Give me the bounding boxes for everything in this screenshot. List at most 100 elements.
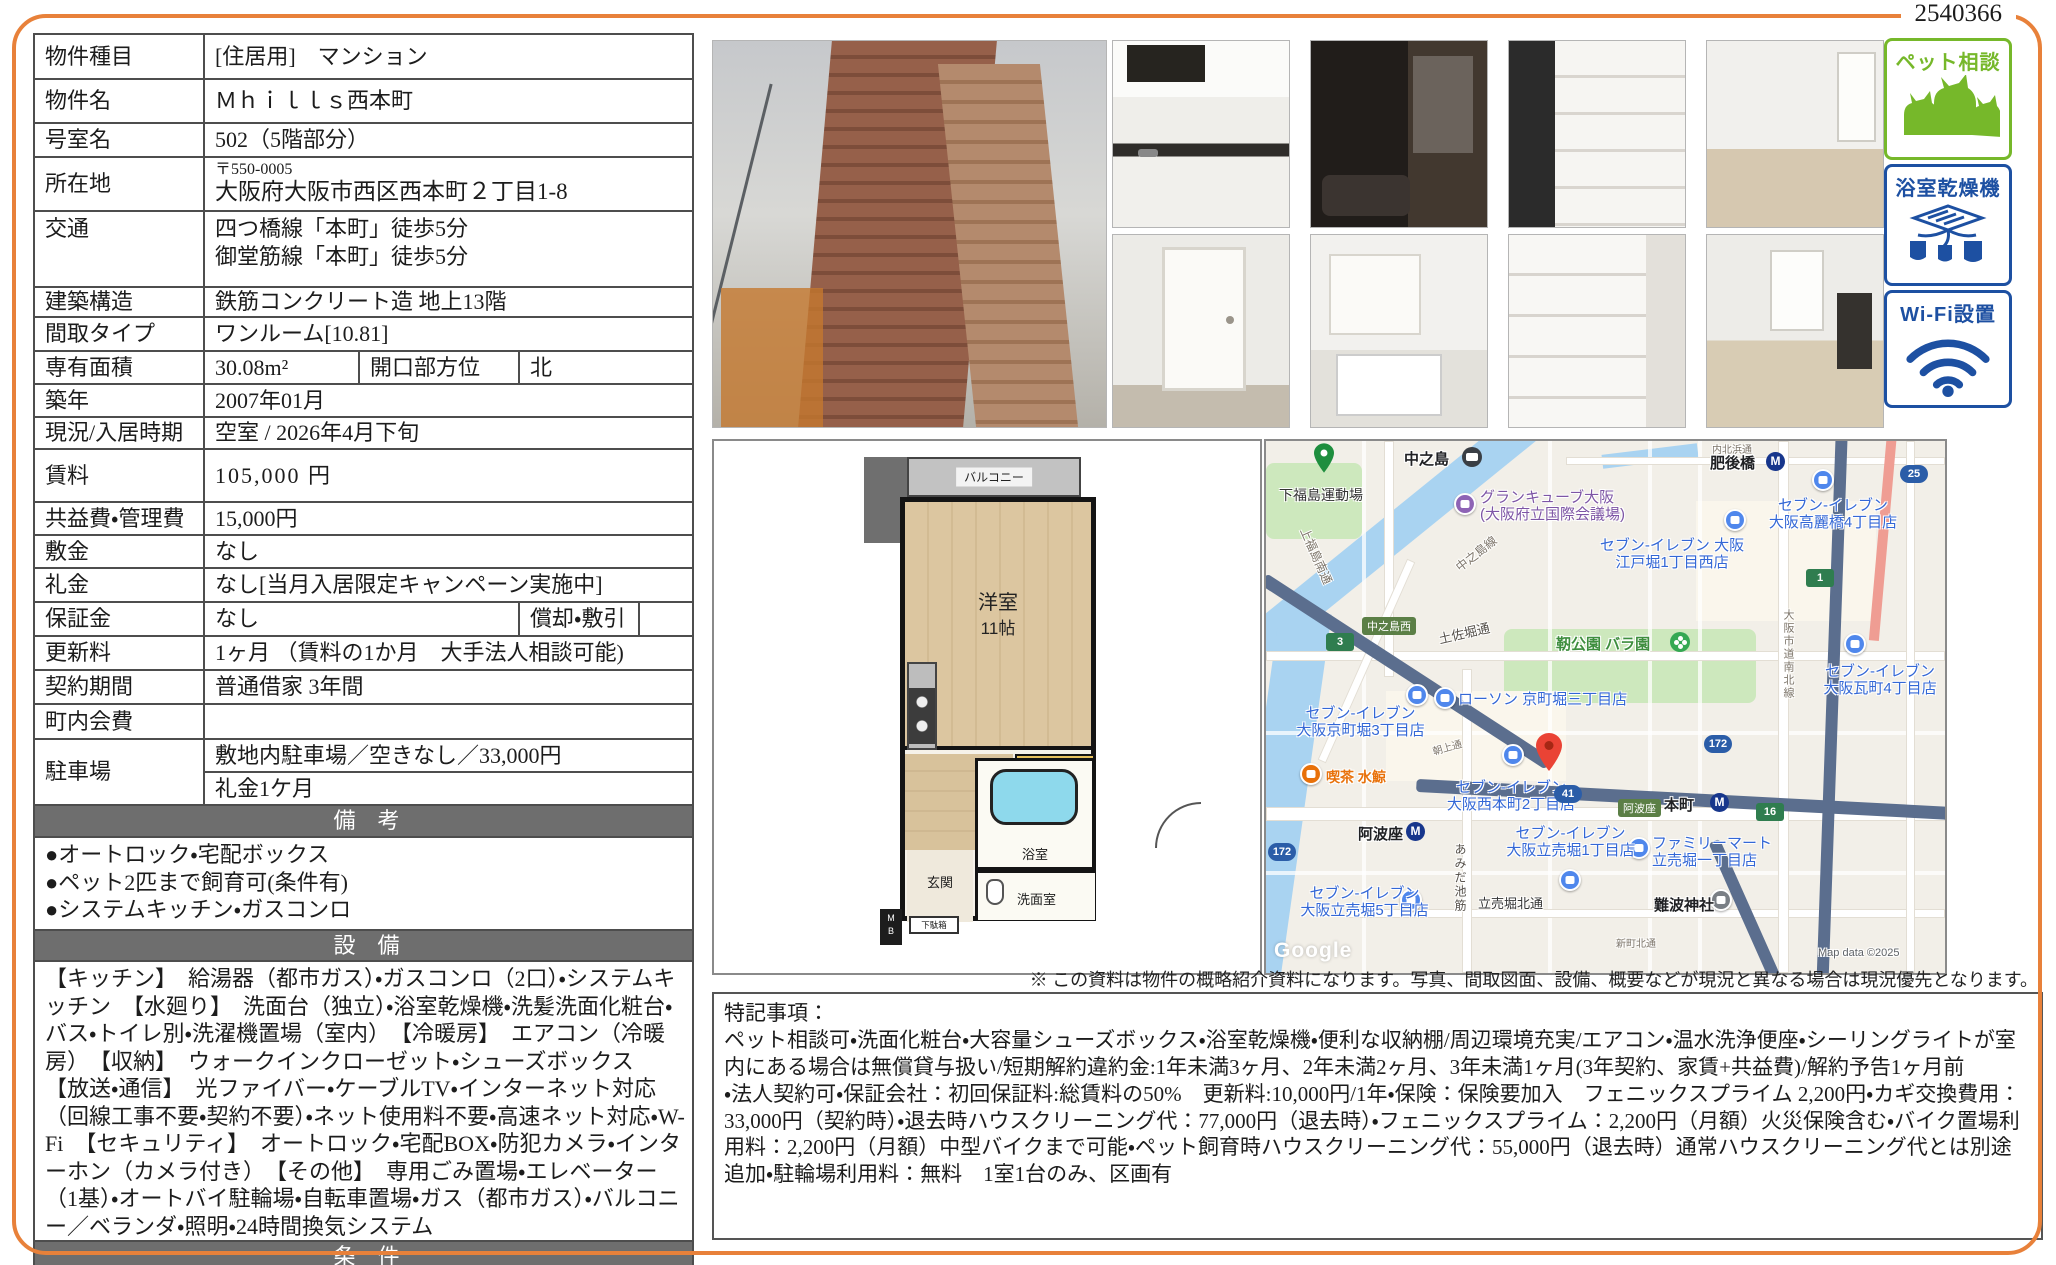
- green-pin-icon: [1314, 443, 1334, 473]
- nakanoshima-station-icon: [1462, 447, 1482, 467]
- photo-closet-shelves: [1508, 234, 1686, 428]
- remarks-item: ●システムキッチン・ガスコンロ: [45, 896, 688, 924]
- row-value: [住居用] マンション: [204, 34, 693, 79]
- row-label: 賃料: [34, 449, 204, 502]
- row-label: 築年: [34, 384, 204, 417]
- row-value: 〒550-0005 大阪府大阪市西区西本町２丁目1-8: [204, 157, 693, 211]
- wifi-icon: [1898, 327, 1998, 397]
- map-label-lawson: ローソン 京町堀三丁目店: [1458, 691, 1627, 708]
- row-label: 建築構造: [34, 287, 204, 317]
- rose-garden-icon: [1670, 632, 1690, 652]
- row-label: 共益費・管理費: [34, 502, 204, 535]
- destination-pin-icon: [1536, 733, 1562, 771]
- row-guarantee: 保証金 なし 償却・敷引: [34, 602, 693, 636]
- map-label-amidaike: あみだ池筋: [1452, 843, 1469, 913]
- map-label-nakanoshima-line: 中之島線: [1452, 532, 1500, 575]
- row-label: 駐車場: [34, 739, 204, 805]
- road-line: [1648, 441, 1652, 973]
- photo-detail: [1413, 56, 1473, 153]
- row-value: 502（5階部分）: [204, 123, 693, 157]
- photo-building-exterior: [712, 40, 1107, 428]
- map-label-kissa-suigei: 喫茶 水鯨: [1326, 767, 1386, 787]
- row-value: 15,000円: [204, 502, 693, 535]
- row-room-no: 号室名 502（5階部分）: [34, 123, 693, 157]
- amortization-label: 償却・敷引: [519, 602, 639, 636]
- row-label: 間取タイプ: [34, 317, 204, 351]
- rent-value: 105,000 円: [204, 449, 693, 502]
- road-line: [1266, 871, 1945, 875]
- remarks-item: ●ペット2匹まで飼育可(条件有): [45, 869, 688, 897]
- row-label: 現況/入居時期: [34, 417, 204, 449]
- parking-line1: 敷地内駐車場／空きなし／33,000円: [204, 739, 693, 772]
- photo-detail: [1329, 254, 1421, 335]
- photo-room-window: [1706, 234, 1884, 428]
- awaza-metro-icon: M: [1406, 822, 1425, 841]
- store-icon: [1559, 869, 1581, 891]
- bathtub-icon: [990, 769, 1078, 825]
- photo-detail: [1509, 41, 1555, 227]
- row-layout-type: 間取タイプ ワンルーム[10.81]: [34, 317, 693, 351]
- higobashi-metro-icon: M: [1766, 452, 1785, 471]
- row-fees: 共益費・管理費 15,000円: [34, 502, 693, 535]
- document-number: 2540366: [1901, 0, 2017, 28]
- row-access: 交通 四つ橋線「本町」徒歩5分 御堂筋線「本町」徒歩5分: [34, 211, 693, 287]
- property-flyer: 2540366 物件種目 [住居用] マンション 物件名 Ｍｈｉｌｌｓ西本町 号…: [0, 0, 2056, 1265]
- badge-dryer-label: 浴室乾燥機: [1887, 172, 2009, 201]
- map-badge-nakanoshima-nishi: 中之島西: [1362, 617, 1416, 635]
- map-label-tosabori: 土佐堀通: [1437, 617, 1492, 647]
- row-label: 町内会費: [34, 704, 204, 739]
- floorplan-balcony: バルコニー: [907, 457, 1081, 497]
- row-value: なし: [204, 535, 693, 568]
- row-value: 鉄筋コンクリート造 地上13階: [204, 287, 693, 317]
- map-label-utsubo-park: 靭公園 バラ園: [1556, 633, 1650, 654]
- row-parking: 駐車場 敷地内駐車場／空きなし／33,000円: [34, 739, 693, 772]
- map-label-itachibori-kita: 立売堀北通: [1478, 893, 1543, 912]
- conditions-header-row: 条 件: [34, 1241, 693, 1265]
- row-label: 号室名: [34, 123, 204, 157]
- map-label-nakanoshima: 中之島: [1404, 448, 1449, 469]
- badge-bath-dryer: 浴室乾燥機: [1884, 164, 2012, 286]
- property-name-value: Ｍｈｉｌｌｓ西本町: [204, 79, 693, 123]
- row-label: 敷金: [34, 535, 204, 568]
- badge-wifi: Wi-Fi設置: [1884, 290, 2012, 408]
- photo-detail: [1138, 149, 1158, 157]
- photo-detail: [1770, 250, 1823, 331]
- map-label-namba-shrine: 難波神社: [1654, 894, 1714, 915]
- row-label: 専有面積: [34, 351, 204, 384]
- floor-plan: バルコニー 洋室 11帖 ウォークイン クローゼット 浴室 洗面室 玄関 下駄箱: [712, 439, 1262, 975]
- map-badge-awaza-ic: 阿波座: [1618, 799, 1661, 817]
- map-label-shimofukushima: 下福島運動場: [1266, 485, 1376, 505]
- row-label: 物件種目: [34, 34, 204, 79]
- cafe-icon: [1300, 763, 1322, 785]
- row-area-facing: 専有面積 30.08m² 開口部方位 北: [34, 351, 693, 384]
- equipment-content: 【キッチン】 給湯器（都市ガス）・ガスコンロ（2口）・システムキッチン 【水廻り…: [34, 961, 693, 1241]
- room-label: 洋室: [905, 586, 1091, 615]
- map-label-sej-kawaramachi: セブン-イレブン 大阪瓦町4丁目店: [1810, 663, 1947, 698]
- photo-detail: [721, 288, 823, 427]
- map-label-grand-cube: グランキューブ大阪 (大阪府立国際会議場): [1480, 489, 1625, 524]
- door-arc: [1155, 802, 1201, 848]
- row-label: 礼金: [34, 568, 204, 602]
- photo-entrance-door: [1112, 234, 1290, 428]
- row-structure: 建築構造 鉄筋コンクリート造 地上13階: [34, 287, 693, 317]
- photo-kitchen: [1112, 40, 1290, 228]
- badge-wifi-label: Wi-Fi設置: [1887, 298, 2009, 327]
- special-notes-paragraph: ペット相談可・洗面化粧台・大容量シューズボックス・浴室乾燥機・便利な収納棚/周辺…: [724, 1027, 2031, 1081]
- row-address: 所在地 〒550-0005 大阪府大阪市西区西本町２丁目1-8: [34, 157, 693, 211]
- honmachi-metro-icon: M: [1710, 793, 1729, 812]
- remarks-content: ●オートロック・宅配ボックス ●ペット2匹まで飼育可(条件有) ●システムキッチ…: [34, 837, 693, 930]
- map-label-famima: ファミリーマート 立売堀一丁目店: [1652, 835, 1802, 870]
- row-term: 契約期間 普通借家 3年間: [34, 670, 693, 704]
- route-shield: 172: [1268, 843, 1296, 861]
- map-attribution: Map data ©2025: [1818, 947, 1900, 959]
- row-value: 普通借家 3年間: [204, 670, 693, 704]
- row-key-money: 礼金 なし[当月入居限定キャンペーン実施中]: [34, 568, 693, 602]
- access-line2: 御堂筋線「本町」徒歩5分: [215, 243, 688, 271]
- map-label-sej-itachibori5: セブン-イレブン 大阪立売堀5丁目店: [1282, 885, 1447, 920]
- map-label-sej-kouraibashi: セブン-イレブン 大阪高麗橋4丁目店: [1758, 497, 1908, 532]
- photo-detail: [1226, 316, 1234, 324]
- photo-detail: [1127, 45, 1204, 82]
- row-value: 1ヶ月 （賃料の1か月 大手法人相談可能): [204, 636, 693, 670]
- special-notes-paragraph: ・法人契約可・保証会社：初回保証料:総賃料の50% 更新料:10,000円/1年…: [724, 1081, 2031, 1189]
- row-built-year: 築年 2007年01月: [34, 384, 693, 417]
